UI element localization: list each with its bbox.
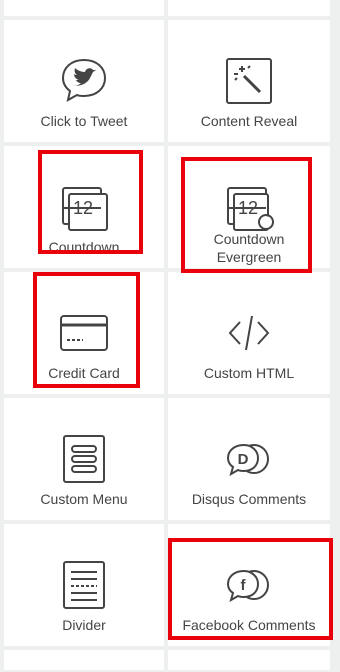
widget-label: Click to Tweet <box>40 113 128 129</box>
svg-text:12: 12 <box>238 198 258 218</box>
widget-panel: Click to Tweet Content Reveal 12 Countdo… <box>4 0 330 672</box>
countdown-icon: 12 <box>57 180 111 234</box>
widget-label: Custom HTML <box>203 365 295 381</box>
divider-icon <box>57 558 111 612</box>
magic-wand-icon <box>222 54 276 108</box>
svg-text:12: 12 <box>73 198 93 218</box>
partial-tile-left-bottom[interactable] <box>4 650 164 670</box>
credit-card-icon <box>57 306 111 360</box>
widget-countdown-evergreen[interactable]: 12 Countdown Evergreen <box>168 146 330 268</box>
widget-label: Credit Card <box>48 365 120 381</box>
facebook-comments-icon: f <box>222 558 276 612</box>
widget-label-line1: Countdown <box>213 231 285 247</box>
widget-click-to-tweet[interactable]: Click to Tweet <box>4 20 164 142</box>
widget-label: Disqus Comments <box>191 491 307 507</box>
widget-custom-menu[interactable]: Custom Menu <box>4 398 164 520</box>
widget-disqus-comments[interactable]: D Disqus Comments <box>168 398 330 520</box>
code-icon <box>222 306 276 360</box>
widget-label: Countdown <box>48 239 120 255</box>
partial-tile-right[interactable] <box>168 0 330 16</box>
widget-label: Countdown Evergreen <box>168 230 330 266</box>
widget-label: Divider <box>62 617 106 633</box>
widget-facebook-comments[interactable]: f Facebook Comments <box>168 524 330 646</box>
twitter-bubble-icon <box>57 54 111 108</box>
widget-content-reveal[interactable]: Content Reveal <box>168 20 330 142</box>
svg-text:D: D <box>238 451 249 468</box>
widget-divider[interactable]: Divider <box>4 524 164 646</box>
widget-grid: Click to Tweet Content Reveal 12 Countdo… <box>4 0 330 670</box>
widget-label: Content Reveal <box>200 113 298 129</box>
countdown-evergreen-icon: 12 <box>222 180 276 234</box>
disqus-icon: D <box>222 432 276 486</box>
widget-credit-card[interactable]: Credit Card <box>4 272 164 394</box>
menu-icon <box>57 432 111 486</box>
widget-countdown[interactable]: 12 Countdown <box>4 146 164 268</box>
partial-tile-right-bottom[interactable] <box>168 650 330 670</box>
partial-tile-left[interactable] <box>4 0 164 16</box>
widget-label: Custom Menu <box>40 491 128 507</box>
widget-label-line2: Evergreen <box>216 249 282 265</box>
widget-label: Facebook Comments <box>182 617 316 633</box>
widget-custom-html[interactable]: Custom HTML <box>168 272 330 394</box>
